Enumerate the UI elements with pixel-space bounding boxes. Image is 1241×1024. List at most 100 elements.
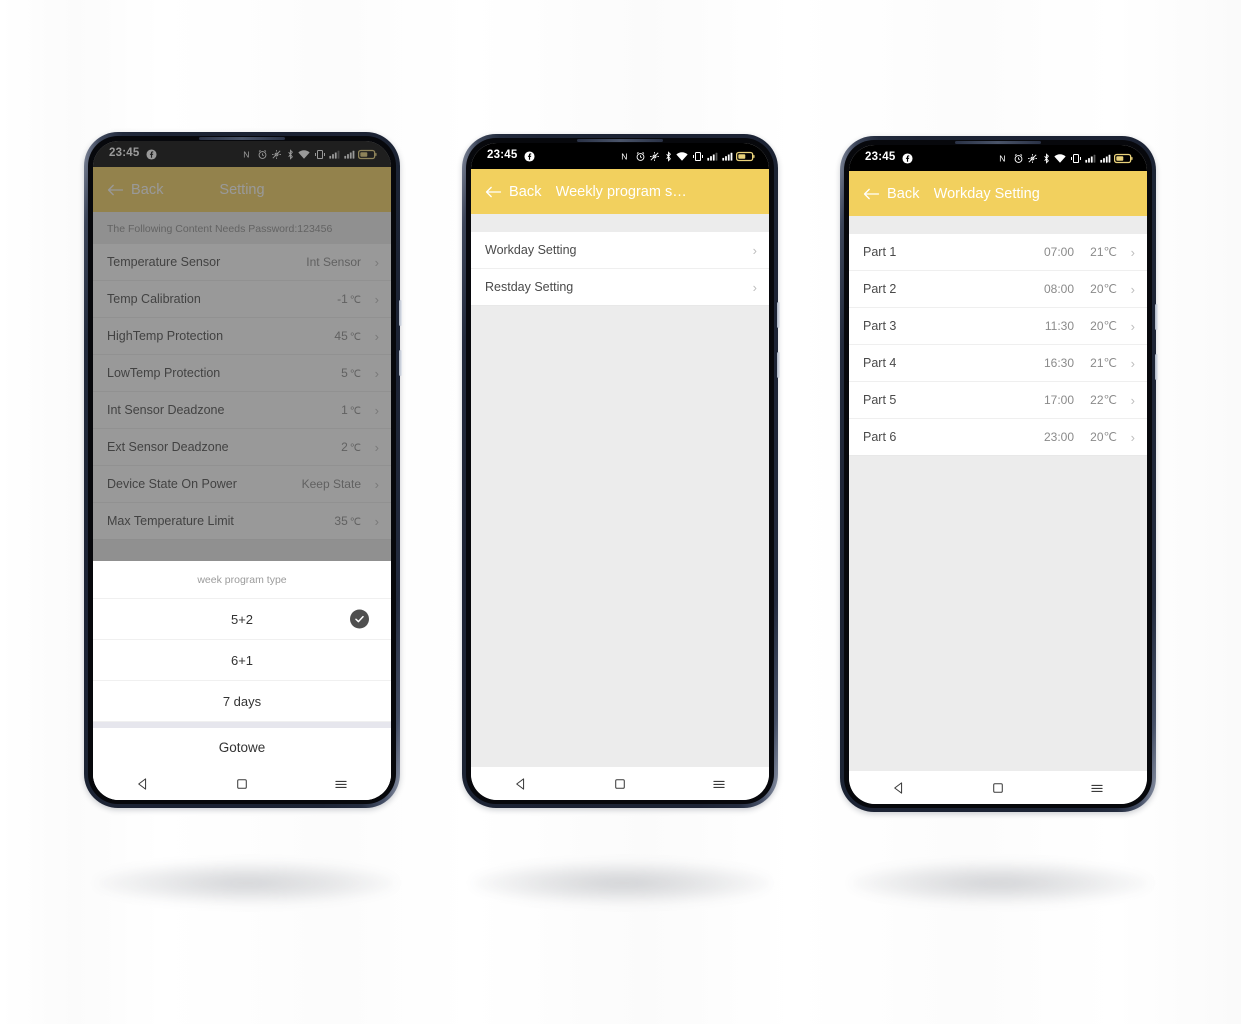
phone3-back-label: Back	[887, 185, 920, 202]
phone2-volume-up-button[interactable]	[777, 302, 780, 328]
arrow-left-icon	[863, 188, 880, 199]
chevron-right-icon: ›	[1130, 392, 1135, 408]
sheet-option[interactable]: 6+1	[93, 640, 391, 681]
settings-row[interactable]: Workday Setting ›	[471, 232, 769, 269]
wifi-icon	[298, 149, 310, 159]
chevron-right-icon: ›	[752, 279, 757, 295]
status-icons-group: N	[999, 152, 1133, 164]
phone2-earpiece-speaker	[577, 139, 663, 142]
sheet-done-button[interactable]: Gotowe	[93, 728, 391, 767]
phone3-volume-up-button[interactable]	[1155, 304, 1158, 330]
phone3-volume-down-button[interactable]	[1155, 354, 1158, 380]
unit-label: ℃	[349, 295, 361, 306]
nav-recents-button[interactable]	[318, 771, 364, 797]
settings-row[interactable]: HighTemp Protection 45 ℃ ›	[93, 318, 391, 355]
settings-row[interactable]: Device State On Power Keep State ›	[93, 466, 391, 503]
alarm-icon	[636, 151, 644, 161]
status-clock: 23:45	[865, 151, 896, 164]
settings-row-label: HighTemp Protection	[107, 329, 224, 343]
chevron-right-icon: ›	[374, 476, 379, 492]
nav-back-button[interactable]	[876, 775, 922, 801]
nav-recents-button[interactable]	[1074, 775, 1120, 801]
chevron-right-icon: ›	[374, 439, 379, 455]
phone1-earpiece-speaker	[199, 137, 285, 140]
settings-row[interactable]: Restday Setting ›	[471, 269, 769, 306]
settings-row-value: Keep State	[301, 477, 361, 491]
sheet-option-label: 7 days	[222, 693, 262, 709]
part-row-label: Part 4	[863, 356, 897, 370]
phone3-nav-bar	[849, 771, 1147, 804]
part-row-label: Part 5	[863, 393, 897, 407]
battery-icon	[736, 151, 755, 161]
settings-row[interactable]: LowTemp Protection 5 ℃ ›	[93, 355, 391, 392]
nfc-icon: N	[621, 151, 627, 161]
phone1-volume-down-button[interactable]	[399, 350, 402, 376]
nav-home-button[interactable]	[597, 771, 643, 797]
unit-label: ℃	[349, 443, 361, 454]
phone2-volume-down-button[interactable]	[777, 352, 780, 378]
check-icon	[350, 609, 369, 629]
nfc-icon: N	[999, 153, 1005, 163]
part-row[interactable]: Part 3 11:30 20℃ ›	[849, 308, 1147, 345]
chevron-right-icon: ›	[752, 242, 757, 258]
back-triangle-icon	[893, 781, 902, 794]
back-triangle-icon	[137, 777, 146, 790]
part-row-label: Part 1	[863, 245, 897, 259]
svg-text:N: N	[621, 151, 627, 161]
unit-label: ℃	[349, 369, 361, 380]
settings-row[interactable]: Ext Sensor Deadzone 2 ℃ ›	[93, 429, 391, 466]
settings-row[interactable]: Temperature Sensor Int Sensor ›	[93, 244, 391, 281]
part-row[interactable]: Part 4 16:30 21℃ ›	[849, 345, 1147, 382]
phone2-back-button[interactable]: Back	[485, 184, 542, 200]
sheet-option[interactable]: 5+2	[93, 599, 391, 640]
settings-row[interactable]: Max Temperature Limit 35 ℃ ›	[93, 503, 391, 540]
phone1-screen: 23:45 N Back Setting The Following Conte…	[93, 141, 391, 800]
status-icons-group: N	[621, 150, 755, 162]
nav-back-button[interactable]	[120, 771, 166, 797]
part-row[interactable]: Part 5 17:00 22℃ ›	[849, 382, 1147, 419]
nav-home-button[interactable]	[219, 771, 265, 797]
status-clock: 23:45	[109, 147, 140, 160]
settings-row-label: Max Temperature Limit	[107, 514, 234, 528]
sheet-option[interactable]: 7 days	[93, 681, 391, 722]
menu-lines-icon	[1091, 784, 1103, 792]
signal-sim2-icon	[1099, 154, 1110, 163]
phone3-parts-list: Part 1 07:00 21℃ › Part 2 08:00 20℃ › Part 3 11:3…	[849, 234, 1147, 456]
settings-row-label: Device State On Power	[107, 477, 237, 491]
chevron-right-icon: ›	[374, 513, 379, 529]
chevron-right-icon: ›	[1130, 355, 1135, 371]
unit-label: ℃	[349, 332, 361, 343]
settings-row[interactable]: Temp Calibration -1 ℃ ›	[93, 281, 391, 318]
unit-label: ℃	[349, 517, 361, 528]
part-row[interactable]: Part 1 07:00 21℃ ›	[849, 234, 1147, 271]
settings-row-value: 45 ℃	[334, 329, 361, 343]
nav-back-button[interactable]	[498, 771, 544, 797]
settings-row-label: Temperature Sensor	[107, 255, 221, 269]
settings-row-label: LowTemp Protection	[107, 366, 221, 380]
phone2-settings-list: Workday Setting › Restday Setting ›	[471, 232, 769, 306]
phone1-back-button[interactable]: Back	[107, 182, 164, 198]
part-row[interactable]: Part 6 23:00 20℃ ›	[849, 419, 1147, 456]
settings-row-value: 5 ℃	[341, 366, 361, 380]
phone1-volume-up-button[interactable]	[399, 300, 402, 326]
menu-lines-icon	[713, 780, 725, 788]
phone2-screen: 23:45 N Back Weekly program s… Workday S…	[471, 143, 769, 800]
phone2-app-bar: Back Weekly program s…	[471, 169, 769, 214]
location-off-icon	[650, 151, 659, 161]
part-row-label: Part 6	[863, 430, 897, 444]
svg-text:N: N	[243, 149, 249, 159]
nav-home-button[interactable]	[975, 775, 1021, 801]
menu-lines-icon	[335, 780, 347, 788]
svg-text:N: N	[999, 153, 1005, 163]
chevron-right-icon: ›	[374, 365, 379, 381]
nav-recents-button[interactable]	[696, 771, 742, 797]
phone3-content: Part 1 07:00 21℃ › Part 2 08:00 20℃ › Part 3 11:3…	[849, 216, 1147, 771]
settings-row[interactable]: Int Sensor Deadzone 1 ℃ ›	[93, 392, 391, 429]
part-row[interactable]: Part 2 08:00 20℃ ›	[849, 271, 1147, 308]
phone-2: 23:45 N Back Weekly program s… Workday S…	[462, 134, 780, 808]
phone1-app-bar: Back Setting	[93, 167, 391, 212]
chevron-right-icon: ›	[374, 402, 379, 418]
part-row-temp: 20℃	[1090, 430, 1117, 444]
part-row-time: 08:00	[1043, 282, 1074, 296]
phone3-back-button[interactable]: Back	[863, 186, 920, 202]
